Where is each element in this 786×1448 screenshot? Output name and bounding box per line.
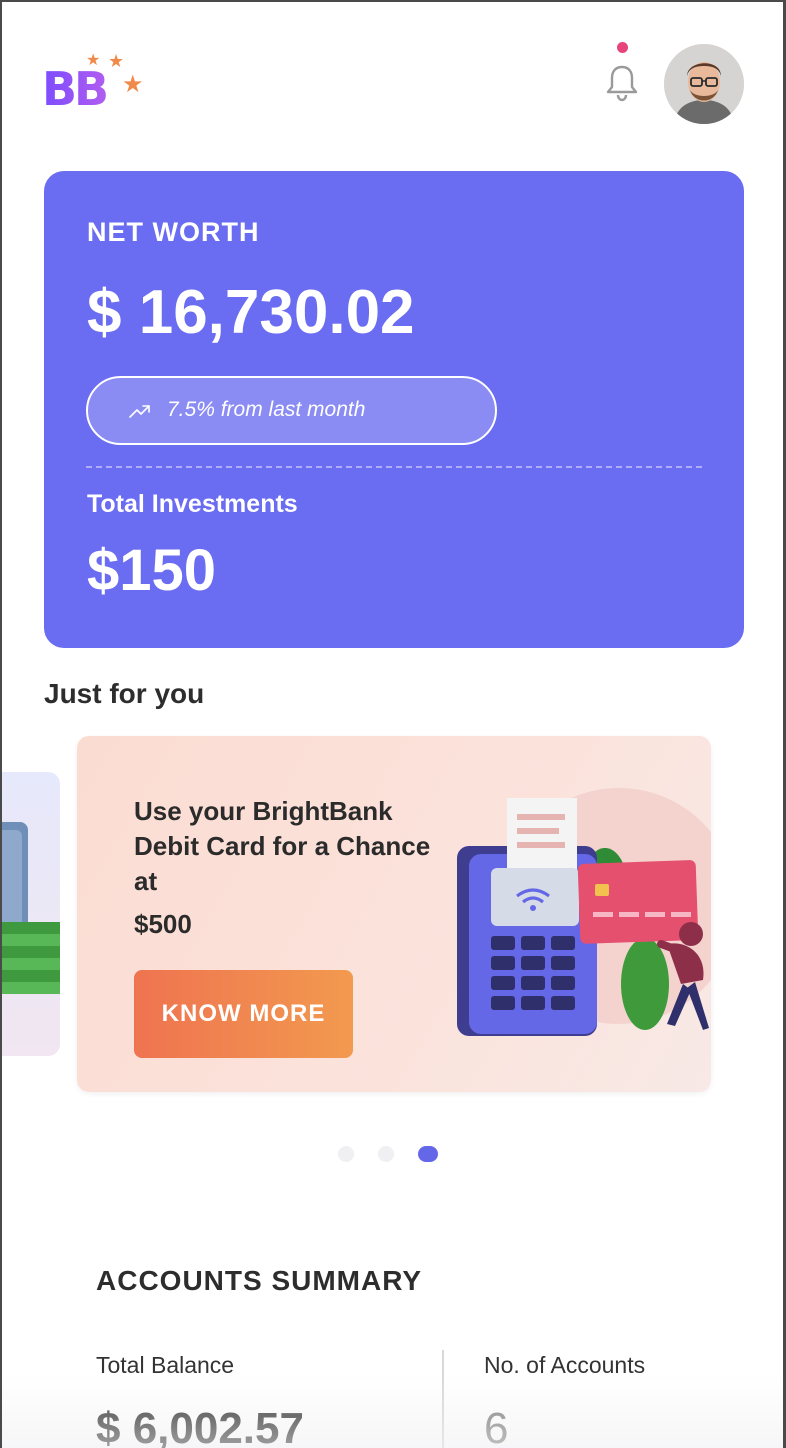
- net-worth-amount: $ 16,730.02: [87, 278, 415, 347]
- carousel-dot[interactable]: [378, 1146, 394, 1162]
- bell-icon: [606, 65, 638, 102]
- net-worth-change-text: 7.5% from last month: [167, 398, 366, 421]
- avatar[interactable]: [664, 44, 744, 124]
- promo-card[interactable]: Use your BrightBank Debit Card for a Cha…: [77, 736, 711, 1092]
- logo-star-icon: ★: [108, 51, 125, 72]
- net-worth-change-badge: 7.5% from last month: [86, 376, 497, 445]
- carousel-dot-active[interactable]: [418, 1146, 438, 1162]
- logo-text: BB: [42, 62, 109, 116]
- previous-promo-card[interactable]: [2, 772, 60, 1056]
- safe-with-cash-illustration: [2, 822, 60, 994]
- accounts-count-value: 6: [484, 1404, 509, 1448]
- accounts-count-label: No. of Accounts: [484, 1352, 646, 1378]
- trending-up-icon: [129, 405, 150, 418]
- card-payment-illustration: [457, 788, 711, 1036]
- net-worth-label: NET WORTH: [87, 217, 260, 247]
- just-for-you-title: Just for you: [44, 678, 205, 709]
- notifications-button[interactable]: [602, 40, 642, 104]
- total-balance-label: Total Balance: [96, 1352, 235, 1378]
- carousel-pagination: [338, 1146, 458, 1162]
- app-screen: BB ★ ★ ★ NET WORTH $ 16,730.02 7.5% from…: [0, 0, 786, 1448]
- summary-divider: [442, 1350, 444, 1448]
- logo-star-icon: ★: [122, 70, 144, 98]
- total-balance-value: $ 6,002.57: [96, 1404, 304, 1448]
- carousel-dot[interactable]: [338, 1146, 354, 1162]
- total-investments-label: Total Investments: [87, 490, 298, 518]
- know-more-button[interactable]: KNOW MORE: [134, 970, 353, 1058]
- card-divider: [86, 466, 702, 468]
- logo-star-icon: ★: [86, 50, 101, 69]
- promo-amount: $500: [134, 909, 192, 939]
- promo-title: Use your BrightBank Debit Card for a Cha…: [134, 796, 431, 896]
- net-worth-card[interactable]: NET WORTH $ 16,730.02 7.5% from last mon…: [44, 171, 744, 648]
- avatar-image: [664, 44, 744, 124]
- notification-dot: [617, 42, 628, 53]
- total-investments-amount: $150: [87, 538, 217, 603]
- brand-logo[interactable]: BB ★ ★ ★: [42, 50, 152, 120]
- accounts-summary-title: ACCOUNTS SUMMARY: [96, 1265, 423, 1296]
